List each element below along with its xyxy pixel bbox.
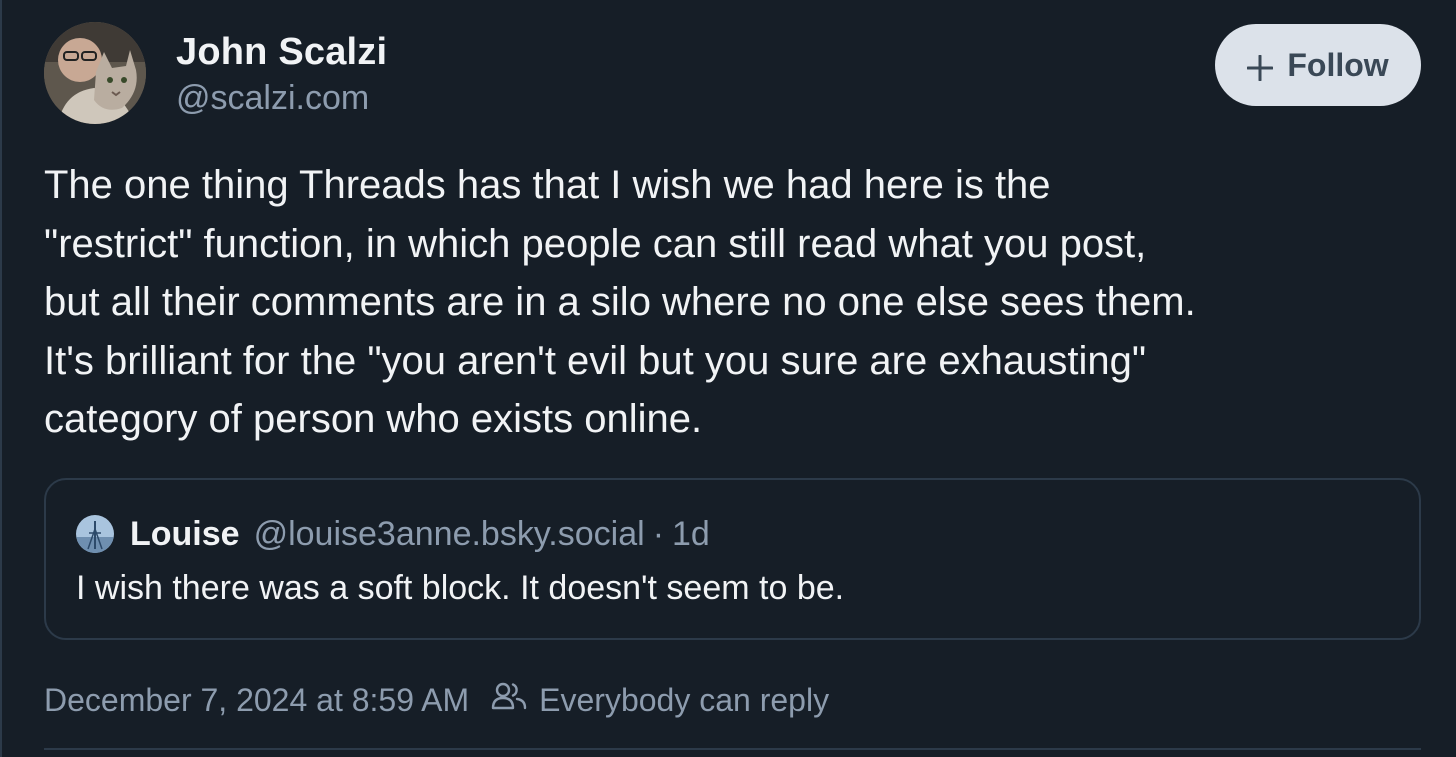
author-display-name[interactable]: John Scalzi <box>176 30 387 74</box>
quoted-post-age[interactable]: 1d <box>672 514 710 554</box>
post-meta: December 7, 2024 at 8:59 AM Everybody ca… <box>44 680 829 720</box>
author-avatar-image <box>44 22 146 124</box>
reply-setting-label: Everybody can reply <box>539 682 830 718</box>
reply-setting[interactable]: Everybody can reply <box>491 680 829 720</box>
quoted-post[interactable]: Louise @louise3anne.bsky.social · 1d I w… <box>44 478 1421 640</box>
post-text: The one thing Threads has that I wish we… <box>44 163 1196 441</box>
thread-border <box>0 0 2 757</box>
follow-button[interactable]: Follow <box>1215 24 1421 106</box>
quoted-separator: · <box>652 515 665 553</box>
bottom-divider <box>44 748 1421 750</box>
quoted-author-name[interactable]: Louise <box>130 514 240 554</box>
follow-button-label: Follow <box>1287 46 1389 83</box>
post-card: John Scalzi @scalzi.com Follow The one t… <box>0 0 1456 757</box>
quoted-post-header: Louise @louise3anne.bsky.social · 1d <box>76 514 710 554</box>
author-info: John Scalzi @scalzi.com <box>176 30 387 120</box>
post-timestamp[interactable]: December 7, 2024 at 8:59 AM <box>44 680 469 720</box>
people-icon <box>491 680 527 720</box>
author-handle[interactable]: @scalzi.com <box>176 76 387 120</box>
quoted-author-avatar[interactable] <box>76 515 114 553</box>
author-avatar[interactable] <box>44 22 146 124</box>
quoted-author-handle[interactable]: @louise3anne.bsky.social <box>254 514 645 554</box>
quoted-post-text: I wish there was a soft block. It doesn'… <box>76 569 845 607</box>
plus-icon <box>1246 52 1274 82</box>
